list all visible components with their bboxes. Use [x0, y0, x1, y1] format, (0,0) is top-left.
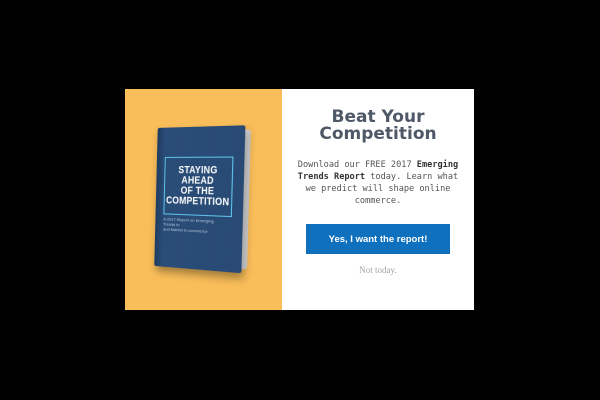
book-title: STAYING AHEAD OF THE COMPETITION	[166, 164, 230, 208]
get-report-button[interactable]: Yes, I want the report!	[306, 224, 450, 254]
book-subtitle: A 2017 Report on Emerging Trends in and …	[162, 216, 214, 234]
book-cover: STAYING AHEAD OF THE COMPETITION A 2017 …	[154, 125, 246, 274]
report-book-image: STAYING AHEAD OF THE COMPETITION A 2017 …	[154, 125, 251, 274]
popup-description: Download our FREE 2017 Emerging Trends R…	[292, 159, 464, 207]
content-panel: Beat Your Competition Download our FREE …	[282, 89, 474, 310]
book-title-box: STAYING AHEAD OF THE COMPETITION	[163, 156, 234, 218]
description-text: Download our FREE 2017	[297, 160, 417, 170]
dismiss-link[interactable]: Not today.	[282, 265, 474, 275]
popup-headline: Beat Your Competition	[319, 107, 437, 144]
popup-modal: STAYING AHEAD OF THE COMPETITION A 2017 …	[125, 89, 474, 310]
image-panel: STAYING AHEAD OF THE COMPETITION A 2017 …	[125, 89, 282, 310]
